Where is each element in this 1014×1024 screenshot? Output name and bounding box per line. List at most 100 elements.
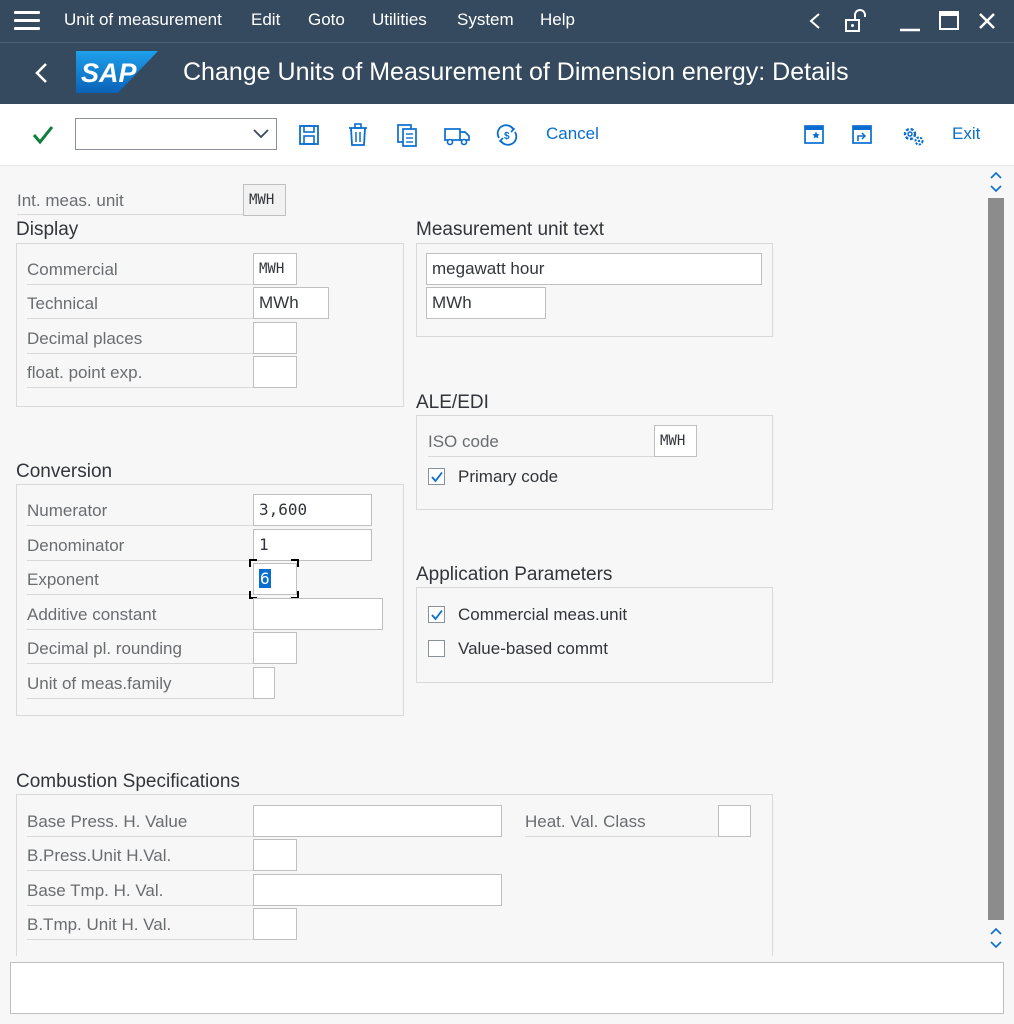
enter-checkmark-icon[interactable]	[30, 120, 56, 150]
page-title: Change Units of Measurement of Dimension…	[183, 58, 849, 86]
additive-constant-field[interactable]	[253, 598, 383, 630]
decimal-rounding-label: Decimal pl. rounding	[27, 639, 182, 658]
label-underline	[27, 870, 253, 871]
measurement-long-text-field[interactable]: megawatt hour	[426, 253, 762, 285]
label-underline	[27, 284, 253, 285]
base-press-field[interactable]	[253, 805, 502, 837]
conversion-section-title: Conversion	[16, 461, 113, 482]
additive-constant-label: Additive constant	[27, 605, 157, 624]
value-based-commt-checkbox[interactable]	[428, 640, 445, 657]
decimal-places-label: Decimal places	[27, 329, 143, 348]
hamburger-menu-icon[interactable]	[14, 11, 40, 31]
status-bar	[10, 962, 1004, 1014]
cancel-button[interactable]: Cancel	[546, 124, 599, 144]
save-icon[interactable]	[297, 120, 321, 150]
tmp-unit-label: B.Tmp. Unit H. Val.	[27, 915, 172, 934]
commercial-meas-unit-label[interactable]: Commercial meas.unit	[458, 605, 627, 625]
menu-unit-of-measurement[interactable]: Unit of measurement	[64, 10, 222, 30]
iso-code-label: ISO code	[428, 432, 499, 451]
scroll-down-icon[interactable]	[988, 924, 1004, 952]
maximize-icon[interactable]	[934, 6, 964, 36]
delete-icon[interactable]	[346, 120, 370, 150]
app-params-group	[416, 587, 773, 683]
commercial-label: Commercial	[27, 260, 118, 279]
denominator-label: Denominator	[27, 536, 125, 555]
ale-edi-group	[416, 415, 773, 510]
exponent-selected-text: 6	[259, 569, 271, 588]
application-toolbar: $ Cancel Exit	[0, 104, 1014, 166]
unit-family-field[interactable]	[253, 667, 275, 699]
combustion-section-title: Combustion Specifications	[16, 771, 240, 792]
tmp-unit-field[interactable]	[253, 908, 297, 940]
new-window-icon[interactable]	[802, 120, 826, 150]
transport-truck-icon[interactable]	[443, 120, 471, 150]
scroll-thumb[interactable]	[988, 198, 1004, 920]
primary-code-label[interactable]: Primary code	[458, 467, 558, 487]
sap-logo: SAP	[76, 51, 158, 93]
commercial-meas-unit-checkbox[interactable]	[428, 606, 445, 623]
copy-document-icon[interactable]	[395, 120, 419, 150]
collapse-menu-icon[interactable]	[800, 6, 830, 36]
label-underline	[27, 698, 253, 699]
display-section-title: Display	[16, 219, 79, 240]
unit-family-label: Unit of meas.family	[27, 674, 172, 693]
label-underline	[428, 456, 654, 457]
menu-utilities[interactable]: Utilities	[372, 10, 427, 30]
back-arrow-icon[interactable]	[28, 57, 56, 89]
label-underline	[27, 525, 253, 526]
measurement-text-section-title: Measurement unit text	[416, 219, 604, 240]
menu-help[interactable]: Help	[540, 10, 575, 30]
float-point-exp-field[interactable]	[253, 356, 297, 388]
label-underline	[27, 387, 253, 388]
press-unit-label: B.Press.Unit H.Val.	[27, 846, 172, 865]
exponent-label: Exponent	[27, 570, 99, 589]
label-underline	[27, 939, 253, 940]
press-unit-field[interactable]	[253, 839, 297, 871]
vertical-scrollbar[interactable]	[986, 166, 1006, 956]
label-underline	[27, 318, 253, 319]
minimize-icon[interactable]	[895, 6, 925, 36]
unlock-icon[interactable]	[840, 6, 870, 36]
generate-shortcut-icon[interactable]	[850, 120, 874, 150]
menu-system[interactable]: System	[457, 10, 514, 30]
base-tmp-field[interactable]	[253, 874, 502, 906]
base-tmp-label: Base Tmp. H. Val.	[27, 881, 164, 900]
label-underline	[27, 629, 253, 630]
svg-text:$: $	[504, 131, 510, 142]
scroll-up-icon[interactable]	[988, 168, 1004, 196]
exit-button[interactable]: Exit	[952, 124, 980, 144]
svg-text:SAP: SAP	[81, 58, 138, 88]
title-bar: SAP Change Units of Measurement of Dimen…	[0, 42, 1014, 104]
menu-edit[interactable]: Edit	[251, 10, 280, 30]
numerator-field[interactable]: 3,600	[253, 494, 372, 526]
value-based-commt-label[interactable]: Value-based commt	[458, 639, 608, 659]
close-window-icon[interactable]	[972, 6, 1002, 36]
decimal-places-field[interactable]	[253, 322, 297, 354]
label-underline	[17, 214, 243, 215]
iso-code-field[interactable]: MWH	[654, 425, 697, 457]
label-underline	[525, 836, 718, 837]
technical-label: Technical	[27, 294, 98, 313]
technical-unit-field[interactable]: MWh	[253, 287, 329, 319]
settings-gear-icon[interactable]	[900, 120, 926, 150]
heat-val-class-label: Heat. Val. Class	[525, 812, 646, 831]
int-meas-unit-field: MWH	[243, 184, 286, 216]
label-underline	[27, 836, 253, 837]
primary-code-checkbox[interactable]	[428, 468, 445, 485]
commercial-unit-field[interactable]: MWH	[253, 253, 297, 285]
heat-val-class-field[interactable]	[718, 805, 751, 837]
label-underline	[27, 594, 253, 595]
menu-goto[interactable]: Goto	[308, 10, 345, 30]
label-underline	[27, 663, 253, 664]
label-underline	[27, 353, 253, 354]
measurement-short-text-field[interactable]: MWh	[426, 287, 546, 319]
decimal-rounding-field[interactable]	[253, 632, 297, 664]
chevron-down-icon[interactable]	[252, 126, 270, 142]
base-press-label: Base Press. H. Value	[27, 812, 188, 831]
form-content: Int. meas. unit MWH Display Commercial M…	[0, 166, 1014, 956]
currency-conversion-icon[interactable]: $	[494, 120, 520, 150]
focus-corner	[291, 559, 299, 567]
app-params-section-title: Application Parameters	[416, 564, 613, 585]
command-field[interactable]	[75, 118, 277, 150]
denominator-field[interactable]: 1	[253, 529, 372, 561]
